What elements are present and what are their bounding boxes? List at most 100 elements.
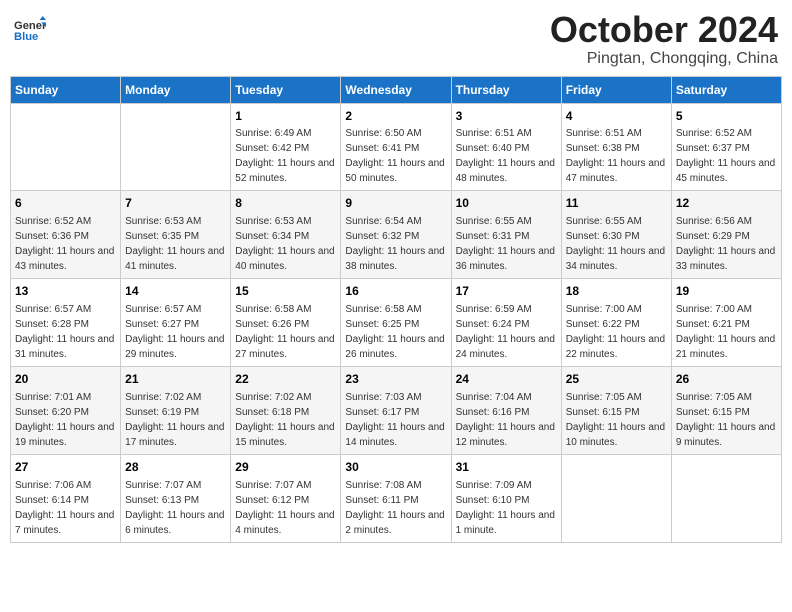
day-number: 31 <box>456 459 557 476</box>
svg-text:Blue: Blue <box>14 31 38 43</box>
calendar-week-row: 1Sunrise: 6:49 AMSunset: 6:42 PMDaylight… <box>11 103 782 191</box>
calendar-cell: 30 Sunrise: 7:08 AMSunset: 6:11 PMDayligh… <box>341 454 451 542</box>
calendar-cell: 20 Sunrise: 7:01 AMSunset: 6:20 PMDayligh… <box>11 366 121 454</box>
calendar-cell: 16 Sunrise: 6:58 AMSunset: 6:25 PMDayligh… <box>341 279 451 367</box>
day-info: Sunrise: 7:05 AMSunset: 6:15 PMDaylight:… <box>676 390 777 450</box>
day-info: Sunrise: 7:03 AMSunset: 6:17 PMDaylight:… <box>345 390 446 450</box>
day-number: 23 <box>345 371 446 388</box>
day-number: 25 <box>566 371 667 388</box>
calendar-cell: 5Sunrise: 6:52 AMSunset: 6:37 PMDaylight… <box>671 103 781 191</box>
day-info: Sunrise: 7:09 AMSunset: 6:10 PMDaylight:… <box>456 478 557 538</box>
calendar-cell: 17 Sunrise: 6:59 AMSunset: 6:24 PMDayligh… <box>451 279 561 367</box>
calendar-cell: 9 Sunrise: 6:54 AMSunset: 6:32 PMDaylight… <box>341 191 451 279</box>
day-info: Sunrise: 7:02 AMSunset: 6:18 PMDaylight:… <box>235 390 336 450</box>
day-number: 4 <box>566 108 667 125</box>
day-info: Sunrise: 6:57 AMSunset: 6:27 PMDaylight:… <box>125 302 226 362</box>
calendar-week-row: 20 Sunrise: 7:01 AMSunset: 6:20 PMDayligh… <box>11 366 782 454</box>
day-number: 28 <box>125 459 226 476</box>
day-info: Sunrise: 6:55 AMSunset: 6:31 PMDaylight:… <box>456 214 557 274</box>
day-number: 22 <box>235 371 336 388</box>
calendar-cell: 28 Sunrise: 7:07 AMSunset: 6:13 PMDayligh… <box>121 454 231 542</box>
calendar-cell: 23 Sunrise: 7:03 AMSunset: 6:17 PMDayligh… <box>341 366 451 454</box>
day-info: Sunrise: 7:08 AMSunset: 6:11 PMDaylight:… <box>345 478 446 538</box>
month-title: October 2024 <box>550 10 778 50</box>
day-number: 9 <box>345 195 446 212</box>
day-info: Sunrise: 6:50 AMSunset: 6:41 PMDaylight:… <box>345 126 446 186</box>
day-number: 29 <box>235 459 336 476</box>
calendar-cell: 12Sunrise: 6:56 AMSunset: 6:29 PMDayligh… <box>671 191 781 279</box>
calendar-cell: 14 Sunrise: 6:57 AMSunset: 6:27 PMDayligh… <box>121 279 231 367</box>
day-info: Sunrise: 7:00 AMSunset: 6:21 PMDaylight:… <box>676 302 777 362</box>
day-info: Sunrise: 6:55 AMSunset: 6:30 PMDaylight:… <box>566 214 667 274</box>
day-info: Sunrise: 7:07 AMSunset: 6:13 PMDaylight:… <box>125 478 226 538</box>
day-info: Sunrise: 6:52 AMSunset: 6:36 PMDaylight:… <box>15 214 116 274</box>
calendar-cell: 19 Sunrise: 7:00 AMSunset: 6:21 PMDayligh… <box>671 279 781 367</box>
calendar-week-row: 6 Sunrise: 6:52 AMSunset: 6:36 PMDaylight… <box>11 191 782 279</box>
day-info: Sunrise: 6:56 AMSunset: 6:29 PMDaylight:… <box>676 214 777 274</box>
calendar-cell: 25 Sunrise: 7:05 AMSunset: 6:15 PMDayligh… <box>561 366 671 454</box>
day-number: 15 <box>235 283 336 300</box>
day-number: 11 <box>566 195 667 212</box>
day-info: Sunrise: 6:51 AMSunset: 6:38 PMDaylight:… <box>566 126 667 186</box>
calendar-cell <box>121 103 231 191</box>
calendar-cell: 11 Sunrise: 6:55 AMSunset: 6:30 PMDayligh… <box>561 191 671 279</box>
calendar-header-thursday: Thursday <box>451 76 561 103</box>
day-number: 14 <box>125 283 226 300</box>
calendar-cell: 8 Sunrise: 6:53 AMSunset: 6:34 PMDaylight… <box>231 191 341 279</box>
calendar-header-saturday: Saturday <box>671 76 781 103</box>
day-number: 5 <box>676 108 777 125</box>
calendar-table: SundayMondayTuesdayWednesdayThursdayFrid… <box>10 76 782 543</box>
calendar-cell: 31 Sunrise: 7:09 AMSunset: 6:10 PMDayligh… <box>451 454 561 542</box>
calendar-cell: 3Sunrise: 6:51 AMSunset: 6:40 PMDaylight… <box>451 103 561 191</box>
day-info: Sunrise: 6:57 AMSunset: 6:28 PMDaylight:… <box>15 302 116 362</box>
calendar-week-row: 13Sunrise: 6:57 AMSunset: 6:28 PMDayligh… <box>11 279 782 367</box>
calendar-cell: 2Sunrise: 6:50 AMSunset: 6:41 PMDaylight… <box>341 103 451 191</box>
day-number: 7 <box>125 195 226 212</box>
page-header: General Blue October 2024 Pingtan, Chong… <box>10 10 782 68</box>
day-info: Sunrise: 6:51 AMSunset: 6:40 PMDaylight:… <box>456 126 557 186</box>
title-section: October 2024 Pingtan, Chongqing, China <box>550 10 778 68</box>
calendar-header-friday: Friday <box>561 76 671 103</box>
day-info: Sunrise: 6:53 AMSunset: 6:34 PMDaylight:… <box>235 214 336 274</box>
day-number: 3 <box>456 108 557 125</box>
day-number: 27 <box>15 459 116 476</box>
calendar-cell: 29Sunrise: 7:07 AMSunset: 6:12 PMDayligh… <box>231 454 341 542</box>
day-number: 16 <box>345 283 446 300</box>
day-number: 21 <box>125 371 226 388</box>
day-number: 26 <box>676 371 777 388</box>
day-info: Sunrise: 7:06 AMSunset: 6:14 PMDaylight:… <box>15 478 116 538</box>
calendar-cell: 6 Sunrise: 6:52 AMSunset: 6:36 PMDaylight… <box>11 191 121 279</box>
calendar-week-row: 27 Sunrise: 7:06 AMSunset: 6:14 PMDayligh… <box>11 454 782 542</box>
calendar-header-monday: Monday <box>121 76 231 103</box>
calendar-cell: 21 Sunrise: 7:02 AMSunset: 6:19 PMDayligh… <box>121 366 231 454</box>
day-info: Sunrise: 7:05 AMSunset: 6:15 PMDaylight:… <box>566 390 667 450</box>
day-info: Sunrise: 6:58 AMSunset: 6:25 PMDaylight:… <box>345 302 446 362</box>
day-number: 17 <box>456 283 557 300</box>
calendar-cell: 1Sunrise: 6:49 AMSunset: 6:42 PMDaylight… <box>231 103 341 191</box>
calendar-cell: 15Sunrise: 6:58 AMSunset: 6:26 PMDayligh… <box>231 279 341 367</box>
day-number: 20 <box>15 371 116 388</box>
day-number: 6 <box>15 195 116 212</box>
svg-text:General: General <box>14 20 46 32</box>
calendar-cell: 24Sunrise: 7:04 AMSunset: 6:16 PMDayligh… <box>451 366 561 454</box>
day-info: Sunrise: 7:04 AMSunset: 6:16 PMDaylight:… <box>456 390 557 450</box>
day-number: 1 <box>235 108 336 125</box>
day-number: 19 <box>676 283 777 300</box>
day-number: 30 <box>345 459 446 476</box>
calendar-cell: 22 Sunrise: 7:02 AMSunset: 6:18 PMDayligh… <box>231 366 341 454</box>
day-info: Sunrise: 7:01 AMSunset: 6:20 PMDaylight:… <box>15 390 116 450</box>
day-info: Sunrise: 6:54 AMSunset: 6:32 PMDaylight:… <box>345 214 446 274</box>
day-info: Sunrise: 7:02 AMSunset: 6:19 PMDaylight:… <box>125 390 226 450</box>
location: Pingtan, Chongqing, China <box>550 50 778 68</box>
day-info: Sunrise: 6:59 AMSunset: 6:24 PMDaylight:… <box>456 302 557 362</box>
day-number: 2 <box>345 108 446 125</box>
day-number: 18 <box>566 283 667 300</box>
logo: General Blue <box>14 16 50 44</box>
calendar-header-wednesday: Wednesday <box>341 76 451 103</box>
calendar-cell: 4Sunrise: 6:51 AMSunset: 6:38 PMDaylight… <box>561 103 671 191</box>
day-info: Sunrise: 6:53 AMSunset: 6:35 PMDaylight:… <box>125 214 226 274</box>
day-number: 8 <box>235 195 336 212</box>
day-info: Sunrise: 7:00 AMSunset: 6:22 PMDaylight:… <box>566 302 667 362</box>
calendar-cell: 26 Sunrise: 7:05 AMSunset: 6:15 PMDayligh… <box>671 366 781 454</box>
calendar-cell: 18 Sunrise: 7:00 AMSunset: 6:22 PMDayligh… <box>561 279 671 367</box>
